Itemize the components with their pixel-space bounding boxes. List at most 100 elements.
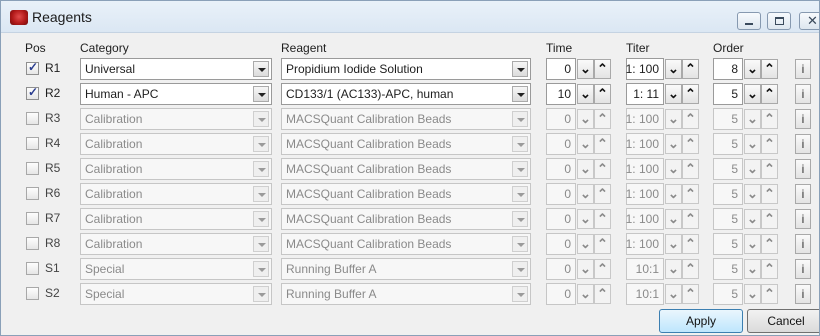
reagent-select[interactable]: MACSQuant Calibration Beads [281,158,531,180]
time-decrease-button[interactable]: ⌄ [577,284,594,304]
info-button[interactable]: i [795,209,811,229]
time-increase-button[interactable]: ⌃ [594,234,611,254]
dropdown-arrow-icon[interactable] [253,136,269,152]
dropdown-arrow-icon[interactable] [253,86,269,102]
dropdown-arrow-icon[interactable] [253,111,269,127]
time-input[interactable]: 0 [546,283,576,305]
order-increase-button[interactable]: ⌃ [761,134,778,154]
dropdown-arrow-icon[interactable] [512,286,528,302]
time-input[interactable]: 0 [546,133,576,155]
time-decrease-button[interactable]: ⌄ [577,109,594,129]
time-decrease-button[interactable]: ⌄ [577,184,594,204]
titer-input[interactable]: 1: 100 [626,183,664,205]
dropdown-arrow-icon[interactable] [512,86,528,102]
category-select[interactable]: Special [80,283,272,305]
titer-input[interactable]: 1: 100 [626,208,664,230]
time-increase-button[interactable]: ⌃ [594,184,611,204]
order-increase-button[interactable]: ⌃ [761,59,778,79]
reagent-select[interactable]: MACSQuant Calibration Beads [281,133,531,155]
dropdown-arrow-icon[interactable] [253,211,269,227]
reagent-select[interactable]: MACSQuant Calibration Beads [281,208,531,230]
dropdown-arrow-icon[interactable] [512,111,528,127]
titer-decrease-button[interactable]: ⌄ [665,284,682,304]
dropdown-arrow-icon[interactable] [512,236,528,252]
titer-increase-button[interactable]: ⌃ [682,134,699,154]
order-decrease-button[interactable]: ⌄ [744,234,761,254]
dropdown-arrow-icon[interactable] [253,261,269,277]
dropdown-arrow-icon[interactable] [512,136,528,152]
titer-input[interactable]: 1: 100 [626,158,664,180]
enable-checkbox[interactable] [26,137,39,150]
titer-decrease-button[interactable]: ⌄ [665,109,682,129]
time-input[interactable]: 0 [546,258,576,280]
titer-increase-button[interactable]: ⌃ [682,234,699,254]
titer-decrease-button[interactable]: ⌄ [665,184,682,204]
category-select[interactable]: Universal [80,58,272,80]
order-increase-button[interactable]: ⌃ [761,209,778,229]
dropdown-arrow-icon[interactable] [253,161,269,177]
enable-checkbox[interactable] [26,262,39,275]
order-decrease-button[interactable]: ⌄ [744,209,761,229]
order-input[interactable]: 5 [713,108,743,130]
apply-button[interactable]: Apply [659,309,743,333]
dropdown-arrow-icon[interactable] [512,61,528,77]
order-decrease-button[interactable]: ⌄ [744,84,761,104]
order-input[interactable]: 5 [713,208,743,230]
time-input[interactable]: 0 [546,158,576,180]
order-decrease-button[interactable]: ⌄ [744,109,761,129]
minimize-button[interactable] [737,12,761,30]
order-increase-button[interactable]: ⌃ [761,234,778,254]
time-decrease-button[interactable]: ⌄ [577,159,594,179]
order-input[interactable]: 5 [713,283,743,305]
cancel-button[interactable]: Cancel [747,309,819,333]
dropdown-arrow-icon[interactable] [253,236,269,252]
info-button[interactable]: i [795,59,811,79]
titer-decrease-button[interactable]: ⌄ [665,59,682,79]
enable-checkbox[interactable] [26,112,39,125]
titer-decrease-button[interactable]: ⌄ [665,159,682,179]
time-decrease-button[interactable]: ⌄ [577,234,594,254]
titer-input[interactable]: 1: 100 [626,108,664,130]
order-input[interactable]: 5 [713,183,743,205]
order-decrease-button[interactable]: ⌄ [744,59,761,79]
order-input[interactable]: 5 [713,83,743,105]
reagent-select[interactable]: Propidium Iodide Solution [281,58,531,80]
info-button[interactable]: i [795,159,811,179]
dropdown-arrow-icon[interactable] [512,186,528,202]
info-button[interactable]: i [795,259,811,279]
titer-decrease-button[interactable]: ⌄ [665,234,682,254]
order-decrease-button[interactable]: ⌄ [744,184,761,204]
time-input[interactable]: 0 [546,183,576,205]
enable-checkbox[interactable] [26,187,39,200]
info-button[interactable]: i [795,184,811,204]
order-increase-button[interactable]: ⌃ [761,259,778,279]
titer-input[interactable]: 1: 100 [626,233,664,255]
time-decrease-button[interactable]: ⌄ [577,259,594,279]
time-input[interactable]: 0 [546,108,576,130]
time-increase-button[interactable]: ⌃ [594,209,611,229]
order-increase-button[interactable]: ⌃ [761,159,778,179]
order-input[interactable]: 5 [713,158,743,180]
enable-checkbox[interactable]: ✓ [26,85,39,100]
order-decrease-button[interactable]: ⌄ [744,159,761,179]
titer-input[interactable]: 10:1 [626,258,664,280]
reagent-select[interactable]: Running Buffer A [281,258,531,280]
order-decrease-button[interactable]: ⌄ [744,284,761,304]
time-decrease-button[interactable]: ⌄ [577,59,594,79]
titer-input[interactable]: 1: 100 [626,58,664,80]
titer-input[interactable]: 1: 11 [626,83,664,105]
time-decrease-button[interactable]: ⌄ [577,209,594,229]
reagent-select[interactable]: CD133/1 (AC133)-APC, human [281,83,531,105]
titer-decrease-button[interactable]: ⌄ [665,134,682,154]
enable-checkbox[interactable] [26,237,39,250]
order-input[interactable]: 5 [713,233,743,255]
titer-increase-button[interactable]: ⌃ [682,184,699,204]
dropdown-arrow-icon[interactable] [512,211,528,227]
category-select[interactable]: Calibration [80,208,272,230]
info-button[interactable]: i [795,284,811,304]
order-increase-button[interactable]: ⌃ [761,184,778,204]
order-increase-button[interactable]: ⌃ [761,284,778,304]
category-select[interactable]: Calibration [80,133,272,155]
titer-increase-button[interactable]: ⌃ [682,284,699,304]
titer-increase-button[interactable]: ⌃ [682,84,699,104]
